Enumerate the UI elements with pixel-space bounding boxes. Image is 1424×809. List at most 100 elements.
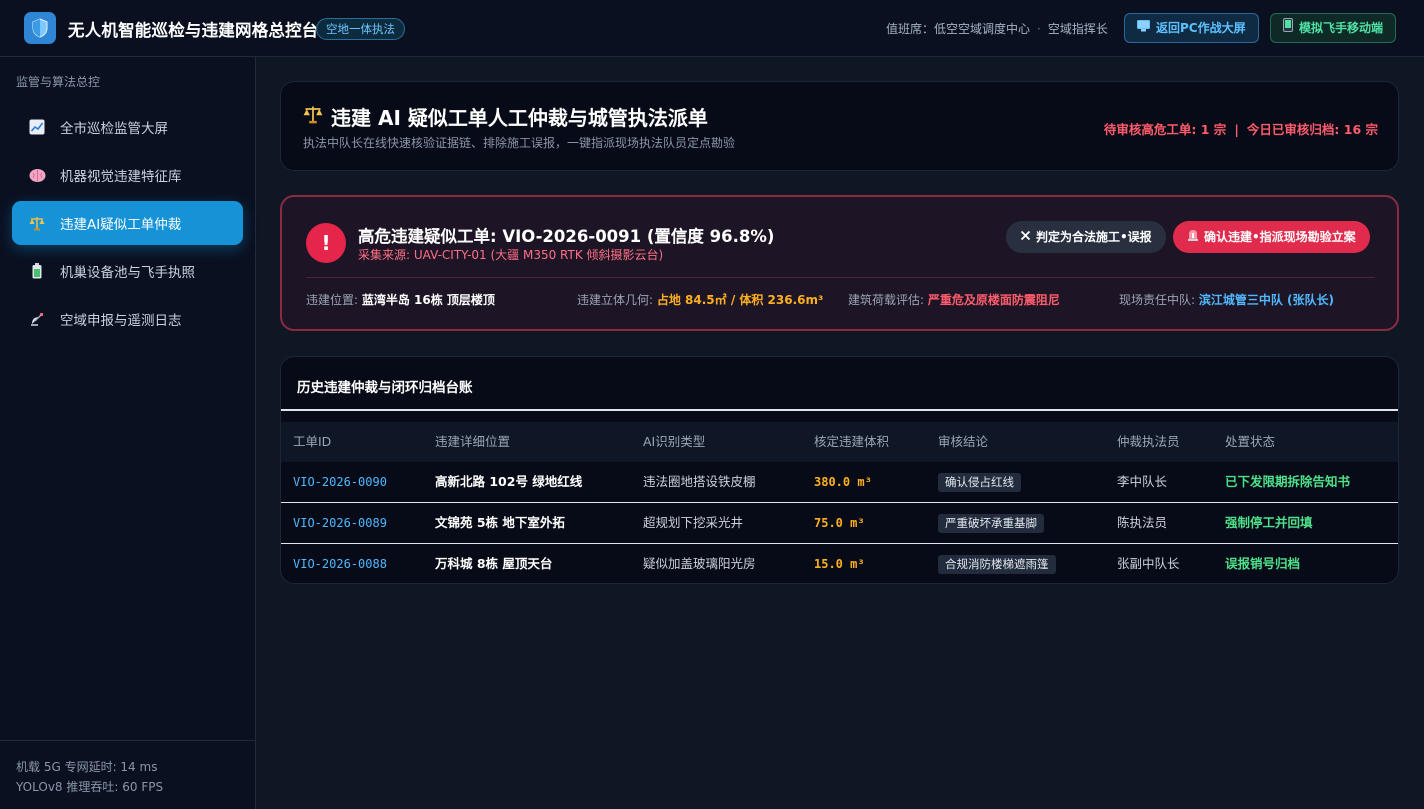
- page-subtitle: 执法中队长在线快速核验证据链、排除施工误报，一键指派现场执法队员定点勘验: [303, 136, 736, 150]
- field-value: 滨江城管三中队 (张队长): [1198, 293, 1335, 307]
- scales-icon: [28, 214, 46, 232]
- violation-location: 文锦苑 5栋 地下室外拓: [435, 515, 565, 530]
- column-header: 违建详细位置: [435, 434, 511, 449]
- column-header: AI识别类型: [643, 434, 706, 449]
- order-id[interactable]: VIO-2026-0088: [293, 544, 387, 583]
- sidebar-item-devices[interactable]: 机巢设备池与飞手执照: [12, 249, 243, 293]
- field-label: 建筑荷载评估:: [848, 293, 928, 307]
- sidebar-item-dashboard[interactable]: 全市巡检监管大屏: [12, 105, 243, 149]
- page-header-panel: 违建 AI 疑似工单人工仲裁与城管执法派单 执法中队长在线快速核验证据链、排除施…: [280, 81, 1399, 171]
- sidebar-item-label: 机器视觉违建特征库: [60, 169, 182, 185]
- violation-volume: 15.0 m³: [814, 557, 865, 571]
- field-label: 现场责任中队:: [1119, 293, 1199, 307]
- violation-geometry-field: 违建立体几何: 占地 84.5㎡ / 体积 236.6m³: [577, 291, 823, 308]
- violation-location: 高新北路 102号 绿地红线: [435, 474, 583, 489]
- order-id[interactable]: VIO-2026-0090: [293, 462, 387, 502]
- sidebar-item-label: 机巢设备池与飞手执照: [60, 265, 195, 281]
- sidebar-item-label: 全市巡检监管大屏: [60, 121, 168, 137]
- mode-badge: 空地一体执法: [316, 18, 405, 40]
- disposal-status: 误报销号归档: [1225, 556, 1301, 571]
- mobile-sim-button[interactable]: 模拟飞手移动端: [1270, 13, 1397, 43]
- table-header: 工单ID 违建详细位置 AI识别类型 核定违建体积 审核结论 仲裁执法员 处置状…: [281, 422, 1398, 462]
- table-row[interactable]: VIO-2026-0089 文锦苑 5栋 地下室外拓 超规划下挖采光井 75.0…: [281, 503, 1398, 544]
- mobile-sim-label: 模拟飞手移动端: [1299, 21, 1384, 35]
- sidebar-item-label: 违建AI疑似工单仲裁: [60, 217, 182, 233]
- sidebar-item-feature-library[interactable]: 机器视觉违建特征库: [12, 153, 243, 197]
- violation-volume: 380.0 m³: [814, 475, 872, 489]
- duty-info: 值班席：低空空域调度中心 · 空域指挥长: [886, 22, 1108, 36]
- sidebar-item-airspace-log[interactable]: 空域申报与遥测日志: [12, 297, 243, 341]
- page-title: 违建 AI 疑似工单人工仲裁与城管执法派单: [303, 102, 708, 131]
- app-title: 无人机智能巡检与违建网格总控台: [68, 21, 319, 40]
- confirm-dispatch-button[interactable]: 确认违建•指派现场勘验立案: [1173, 221, 1370, 253]
- archived-count: 今日已审核归档: 16 宗: [1246, 122, 1378, 137]
- page-title-text: 违建 AI 疑似工单人工仲裁与城管执法派单: [331, 106, 708, 130]
- fps-readout: YOLOv8 推理吞吐: 60 FPS: [16, 780, 164, 794]
- column-header: 核定违建体积: [814, 434, 890, 449]
- battery-icon: [28, 262, 46, 280]
- duty-role: 空域指挥长: [1047, 22, 1108, 36]
- disposal-status: 强制停工并回填: [1225, 515, 1313, 530]
- exclamation-icon: !: [306, 223, 346, 263]
- false-positive-label: 判定为合法施工•误报: [1036, 230, 1152, 244]
- ledger-divider: [281, 409, 1398, 411]
- table-row[interactable]: VIO-2026-0090 高新北路 102号 绿地红线 违法圈地搭设铁皮棚 3…: [281, 462, 1398, 503]
- column-header: 工单ID: [293, 434, 332, 449]
- return-pc-button[interactable]: 返回PC作战大屏: [1124, 13, 1259, 43]
- top-bar: 无人机智能巡检与违建网格总控台 空地一体执法 值班席：低空空域调度中心 · 空域指挥…: [0, 0, 1424, 57]
- scales-icon: [303, 104, 323, 129]
- column-header: 审核结论: [938, 434, 989, 449]
- officer: 李中队长: [1117, 474, 1168, 489]
- officer: 陈执法员: [1117, 515, 1168, 530]
- officer: 张副中队长: [1117, 556, 1180, 571]
- field-value: 严重危及原楼面防震阻尼: [927, 293, 1060, 307]
- field-value: 蓝湾半岛 16栋 顶层楼顶: [361, 293, 495, 307]
- verdict-tag: 合规消防楼梯遮雨篷: [938, 555, 1056, 574]
- confirm-dispatch-label: 确认违建•指派现场勘验立案: [1204, 230, 1356, 244]
- alert-divider: [306, 277, 1375, 278]
- latency-readout: 机载 5G 专网延时: 14 ms: [16, 760, 158, 774]
- work-order-stats: 待审核高危工单: 1 宗 | 今日已审核归档: 16 宗: [1103, 122, 1378, 137]
- table-row[interactable]: VIO-2026-0088 万科城 8栋 屋顶天台 疑似加盖玻璃阳光房 15.0…: [281, 544, 1398, 583]
- monitor-icon: [1137, 14, 1150, 42]
- verdict-cell: 确认侵占红线: [938, 462, 1021, 502]
- chart-icon: [28, 118, 46, 136]
- return-pc-label: 返回PC作战大屏: [1156, 21, 1246, 35]
- brain-icon: [28, 166, 46, 184]
- satellite-icon: [28, 310, 46, 328]
- sidebar: 监管与算法总控 全市巡检监管大屏 机器视觉违建特征库 违建AI疑似工单仲裁 机巢…: [0, 57, 256, 809]
- ai-type: 违法圈地搭设铁皮棚: [643, 474, 756, 489]
- column-header: 处置状态: [1225, 434, 1276, 449]
- ai-type: 疑似加盖玻璃阳光房: [643, 556, 756, 571]
- close-icon: [1020, 221, 1031, 253]
- violation-volume: 75.0 m³: [814, 516, 865, 530]
- phone-icon: [1283, 14, 1293, 42]
- high-risk-alert-card: ! 高危违建疑似工单: VIO-2026-0091 (置信度 96.8%) 采集…: [280, 195, 1399, 331]
- alert-source: 采集来源: UAV-CITY-01 (大疆 M350 RTK 倾斜摄影云台): [358, 248, 664, 262]
- field-label: 违建位置:: [306, 293, 362, 307]
- duty-label: 值班席：低空空域调度中心: [886, 22, 1031, 36]
- verdict-tag: 确认侵占红线: [938, 473, 1021, 492]
- violation-location-field: 违建位置: 蓝湾半岛 16栋 顶层楼顶: [306, 291, 495, 308]
- pending-count: 待审核高危工单: 1 宗: [1103, 122, 1227, 137]
- alert-title: 高危违建疑似工单: VIO-2026-0091 (置信度 96.8%): [358, 227, 775, 246]
- ledger-title: 历史违建仲裁与闭环归档台账: [297, 380, 473, 396]
- mark-false-positive-button[interactable]: 判定为合法施工•误报: [1006, 221, 1166, 253]
- verdict-cell: 合规消防楼梯遮雨篷: [938, 544, 1056, 583]
- siren-icon: [1187, 221, 1199, 253]
- archive-ledger-panel: 历史违建仲裁与闭环归档台账 工单ID 违建详细位置 AI识别类型 核定违建体积 …: [280, 356, 1399, 584]
- shield-logo-icon: [24, 12, 56, 44]
- field-value: 占地 84.5㎡ / 体积 236.6m³: [656, 293, 824, 307]
- disposal-status: 已下发限期拆除告知书: [1225, 474, 1351, 489]
- load-assessment-field: 建筑荷载评估: 严重危及原楼面防震阻尼: [848, 291, 1060, 308]
- field-label: 违建立体几何:: [577, 293, 657, 307]
- order-id[interactable]: VIO-2026-0089: [293, 503, 387, 543]
- sidebar-item-arbitration[interactable]: 违建AI疑似工单仲裁: [12, 201, 243, 245]
- ai-type: 超规划下挖采光井: [643, 515, 744, 530]
- verdict-cell: 严重破坏承重基脚: [938, 503, 1044, 543]
- sidebar-footer: 机载 5G 专网延时: 14 ms YOLOv8 推理吞吐: 60 FPS: [0, 740, 255, 797]
- sidebar-heading: 监管与算法总控: [16, 75, 101, 89]
- sidebar-item-label: 空域申报与遥测日志: [60, 313, 182, 329]
- responsible-squad-field: 现场责任中队: 滨江城管三中队 (张队长): [1119, 291, 1334, 308]
- violation-location: 万科城 8栋 屋顶天台: [435, 556, 553, 571]
